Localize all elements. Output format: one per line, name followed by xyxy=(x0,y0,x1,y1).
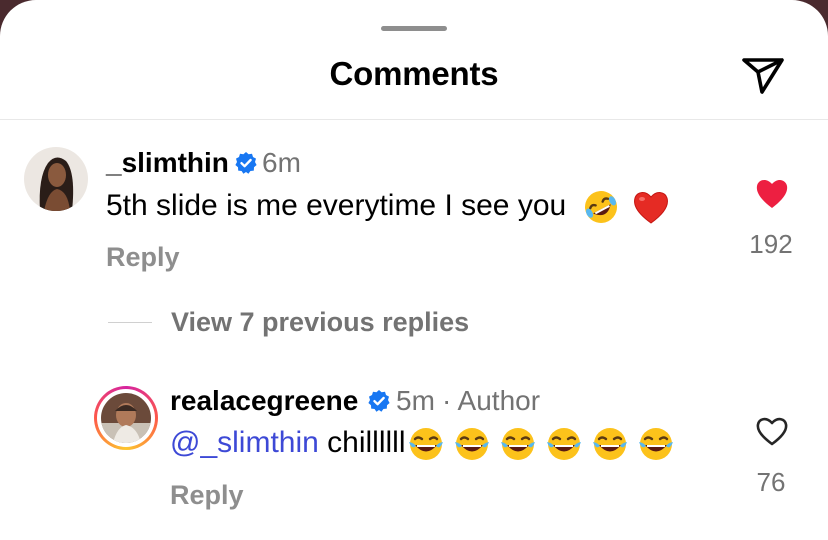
tears-of-joy-emoji xyxy=(500,428,535,461)
view-previous-replies-button[interactable]: View 7 previous replies xyxy=(171,305,469,339)
verified-icon xyxy=(368,390,390,412)
avatar[interactable] xyxy=(24,147,88,211)
reply-button[interactable]: Reply xyxy=(170,478,244,512)
mention-link[interactable]: @_slimthin xyxy=(170,426,319,459)
like-count[interactable]: 192 xyxy=(731,228,811,260)
comment-text: 5th slide is me everytime I see you xyxy=(106,187,671,227)
reply-username[interactable]: realacegreene xyxy=(170,384,358,418)
red-heart-emoji xyxy=(633,192,668,224)
comments-sheet: Comments _slimthin 6m 5th slide is me ev… xyxy=(0,0,828,540)
comment-username[interactable]: _slimthin xyxy=(106,146,229,180)
heart-filled-icon[interactable] xyxy=(754,176,790,210)
comment-time: 6m xyxy=(262,147,301,178)
tears-of-joy-emoji xyxy=(454,428,489,461)
drag-handle[interactable] xyxy=(381,26,447,31)
sheet-title: Comments xyxy=(329,55,499,92)
avatar xyxy=(101,393,151,443)
tears-of-joy-emoji xyxy=(592,428,627,461)
story-ring[interactable] xyxy=(94,386,158,450)
tears-of-joy-emoji xyxy=(546,428,581,461)
verified-icon xyxy=(235,152,257,174)
reply-text: @_slimthin chillllll xyxy=(170,424,676,464)
send-icon[interactable] xyxy=(738,50,788,98)
heart-outline-icon[interactable] xyxy=(754,414,790,448)
tears-of-joy-emoji xyxy=(408,428,443,461)
reply-button[interactable]: Reply xyxy=(106,240,180,274)
reply-time: 5m xyxy=(396,385,435,416)
comment-body: 5th slide is me everytime I see you xyxy=(106,189,567,222)
header-divider xyxy=(0,119,828,120)
replies-divider-line xyxy=(108,322,152,323)
rofl-emoji xyxy=(584,191,617,224)
reply-body: chillllll xyxy=(318,426,406,459)
tears-of-joy-emoji xyxy=(638,428,673,461)
author-label: · Author xyxy=(442,385,541,416)
like-count[interactable]: 76 xyxy=(731,466,811,498)
